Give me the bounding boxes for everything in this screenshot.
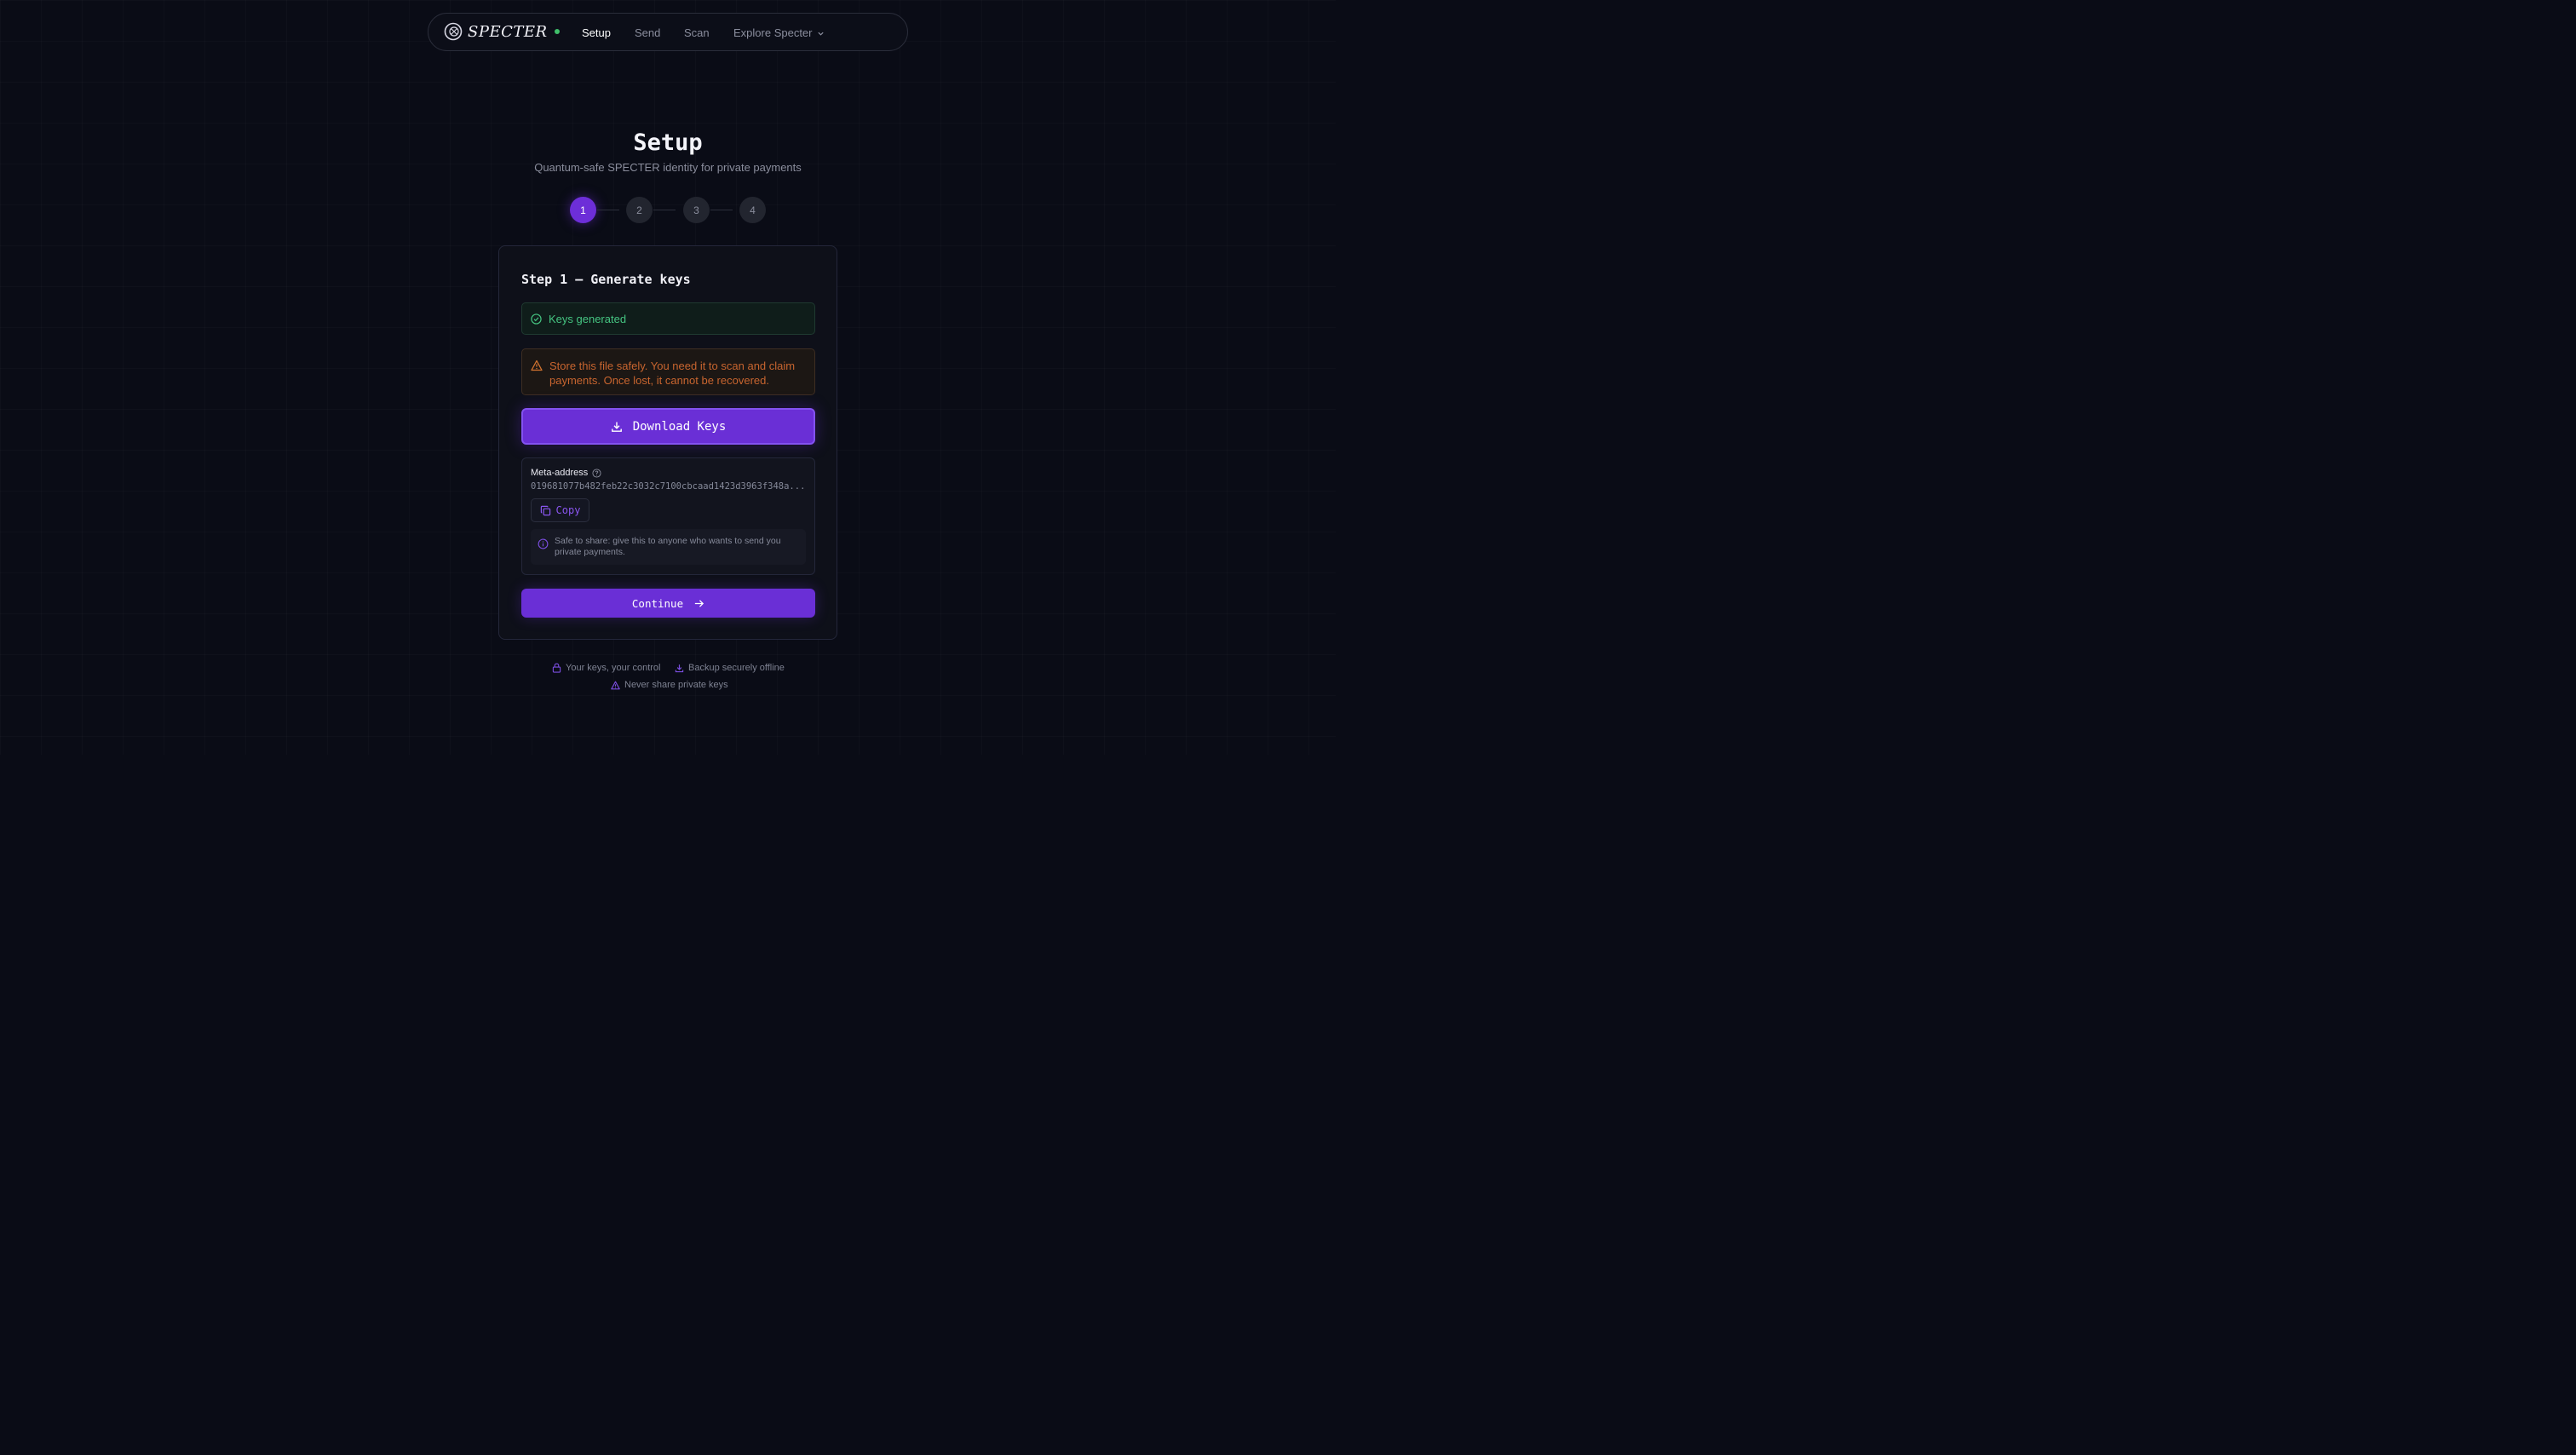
copy-label: Copy [555, 504, 581, 516]
setup-card: Step 1 — Generate keys Keys generated St… [498, 245, 837, 640]
warning-text-line: Store this file safely. You need it to s… [549, 359, 796, 372]
top-navbar: SPECTER Setup Send Scan Explore Specter [428, 13, 908, 51]
page-title: Setup [633, 129, 703, 156]
step-indicator-1: 1 [570, 197, 596, 223]
nav-link-explore[interactable]: Explore Specter [733, 26, 825, 39]
step-indicator-4: 4 [739, 197, 766, 223]
copy-button[interactable]: Copy [531, 498, 589, 522]
meta-address-panel: Meta-address 019681077b482feb22c3032c710… [521, 457, 815, 575]
continue-button[interactable]: Continue [521, 589, 815, 618]
nav-link-send[interactable]: Send [635, 26, 660, 39]
footer-text: Your keys, your control [566, 663, 661, 673]
info-text-line: private payments. [555, 547, 625, 557]
info-icon [538, 538, 549, 549]
arrow-right-icon [694, 599, 704, 607]
meta-address-heading: Meta-address [531, 468, 601, 478]
nav-link-scan[interactable]: Scan [684, 26, 710, 39]
info-text: Safe to share: give this to anyone who w… [555, 536, 781, 558]
nav-link-setup[interactable]: Setup [582, 26, 611, 39]
meta-address-label: Meta-address [531, 468, 589, 478]
download-icon [675, 664, 684, 672]
brand-name: SPECTER [468, 22, 548, 41]
continue-label: Continue [631, 596, 684, 610]
warning-text: Store this file safely. You need it to s… [549, 359, 795, 388]
page-subtitle: Quantum-safe SPECTER identity for privat… [534, 161, 802, 174]
info-note: Safe to share: give this to anyone who w… [531, 529, 806, 565]
footer-item-backup: Backup securely offline [675, 663, 785, 673]
footer-text: Backup securely offline [688, 663, 785, 673]
copy-icon [540, 505, 550, 515]
card-title: Step 1 — Generate keys [521, 272, 691, 287]
brand-logo[interactable]: SPECTER [444, 22, 560, 41]
info-text-line: Safe to share: give this to anyone who w… [555, 536, 781, 546]
check-circle-icon [531, 313, 542, 325]
chevron-down-icon [817, 32, 824, 36]
success-text: Keys generated [549, 312, 627, 325]
warning-icon [611, 681, 620, 689]
specter-logo-icon [444, 22, 463, 41]
success-banner: Keys generated [521, 302, 815, 335]
footer-text: Never share private keys [624, 680, 728, 690]
help-circle-icon[interactable] [592, 468, 601, 478]
download-keys-label: Download Keys [632, 419, 727, 434]
lock-icon [552, 663, 561, 673]
warning-text-line: payments. Once lost, it cannot be recove… [549, 374, 769, 387]
download-icon [611, 422, 622, 432]
meta-address-value: 019681077b482feb22c3032c7100cbcaad1423d3… [531, 481, 806, 492]
footer-item-never-share: Never share private keys [611, 680, 728, 690]
nav-link-explore-label: Explore Specter [733, 26, 813, 39]
warning-icon [531, 359, 543, 371]
warning-banner: Store this file safely. You need it to s… [521, 348, 815, 395]
footer-item-keys-control: Your keys, your control [552, 663, 660, 673]
step-indicator-3: 3 [683, 197, 710, 223]
status-dot [554, 29, 560, 34]
download-keys-button[interactable]: Download Keys [521, 408, 815, 445]
step-indicator-2: 2 [626, 197, 653, 223]
